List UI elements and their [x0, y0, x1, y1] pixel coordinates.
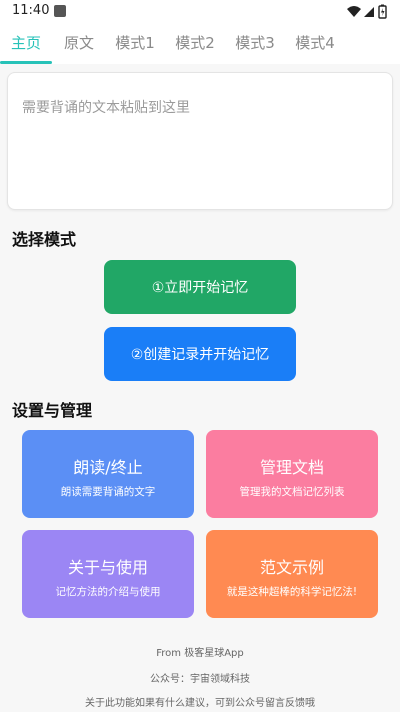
cell-signal-icon — [364, 7, 374, 17]
create-record-label: ②创建记录并开始记忆 — [130, 347, 270, 363]
tab-mode-3[interactable]: 模式3 — [228, 24, 282, 64]
manage-docs-title: 管理文档 — [259, 458, 324, 477]
status-bar: 11:40 — [0, 0, 400, 24]
memorize-text-input[interactable] — [8, 73, 392, 209]
start-memorize-button[interactable]: ①立即开始记忆 — [104, 260, 296, 314]
tab-label: 模式4 — [295, 34, 335, 52]
about-usage-desc: 记忆方法的介绍与使用 — [55, 586, 161, 598]
status-time: 11:40 — [12, 3, 50, 18]
sample-text-desc: 就是这种超棒的科学记忆法! — [226, 586, 358, 598]
battery-icon — [378, 4, 387, 19]
manage-docs-desc: 管理我的文档记忆列表 — [239, 486, 345, 498]
read-aloud-desc: 朗读需要背诵的文字 — [60, 486, 156, 498]
footer-feedback: 关于此功能如果有什么建议，可到公众号留言反馈哦 — [85, 698, 315, 709]
tab-home[interactable]: 主页 — [0, 24, 52, 64]
tab-mode-2[interactable]: 模式2 — [168, 24, 222, 64]
manage-docs-card[interactable]: 管理文档 管理我的文档记忆列表 — [206, 430, 378, 518]
sample-text-title: 范文示例 — [259, 558, 324, 577]
about-usage-title: 关于与使用 — [67, 558, 148, 577]
sample-text-card[interactable]: 范文示例 就是这种超棒的科学记忆法! — [206, 530, 378, 618]
footer-source: From 极客星球App — [156, 648, 244, 659]
tab-mode-4[interactable]: 模式4 — [288, 24, 342, 64]
read-aloud-card[interactable]: 朗读/终止 朗读需要背诵的文字 — [22, 430, 194, 518]
footer-wechat: 公众号：宇宙领域科技 — [150, 674, 250, 685]
tab-original[interactable]: 原文 — [55, 24, 103, 64]
app-notification-icon — [54, 5, 66, 17]
status-icons — [346, 3, 390, 21]
tab-active-indicator — [0, 61, 52, 64]
tab-label: 模式2 — [175, 34, 215, 52]
text-input-card — [7, 72, 393, 210]
wifi-icon — [347, 6, 361, 17]
settings-heading: 设置与管理 — [12, 401, 93, 420]
tab-label: 主页 — [10, 34, 41, 52]
tab-mode-1[interactable]: 模式1 — [108, 24, 162, 64]
start-memorize-label: ①立即开始记忆 — [151, 280, 249, 296]
tab-label: 原文 — [63, 34, 94, 52]
about-usage-card[interactable]: 关于与使用 记忆方法的介绍与使用 — [22, 530, 194, 618]
tab-label: 模式3 — [235, 34, 275, 52]
select-mode-heading: 选择模式 — [12, 230, 77, 249]
tab-bar: 主页 原文 模式1 模式2 模式3 模式4 — [0, 24, 400, 64]
read-aloud-title: 朗读/终止 — [73, 458, 143, 477]
tab-label: 模式1 — [115, 34, 155, 52]
create-record-button[interactable]: ②创建记录并开始记忆 — [104, 327, 296, 381]
